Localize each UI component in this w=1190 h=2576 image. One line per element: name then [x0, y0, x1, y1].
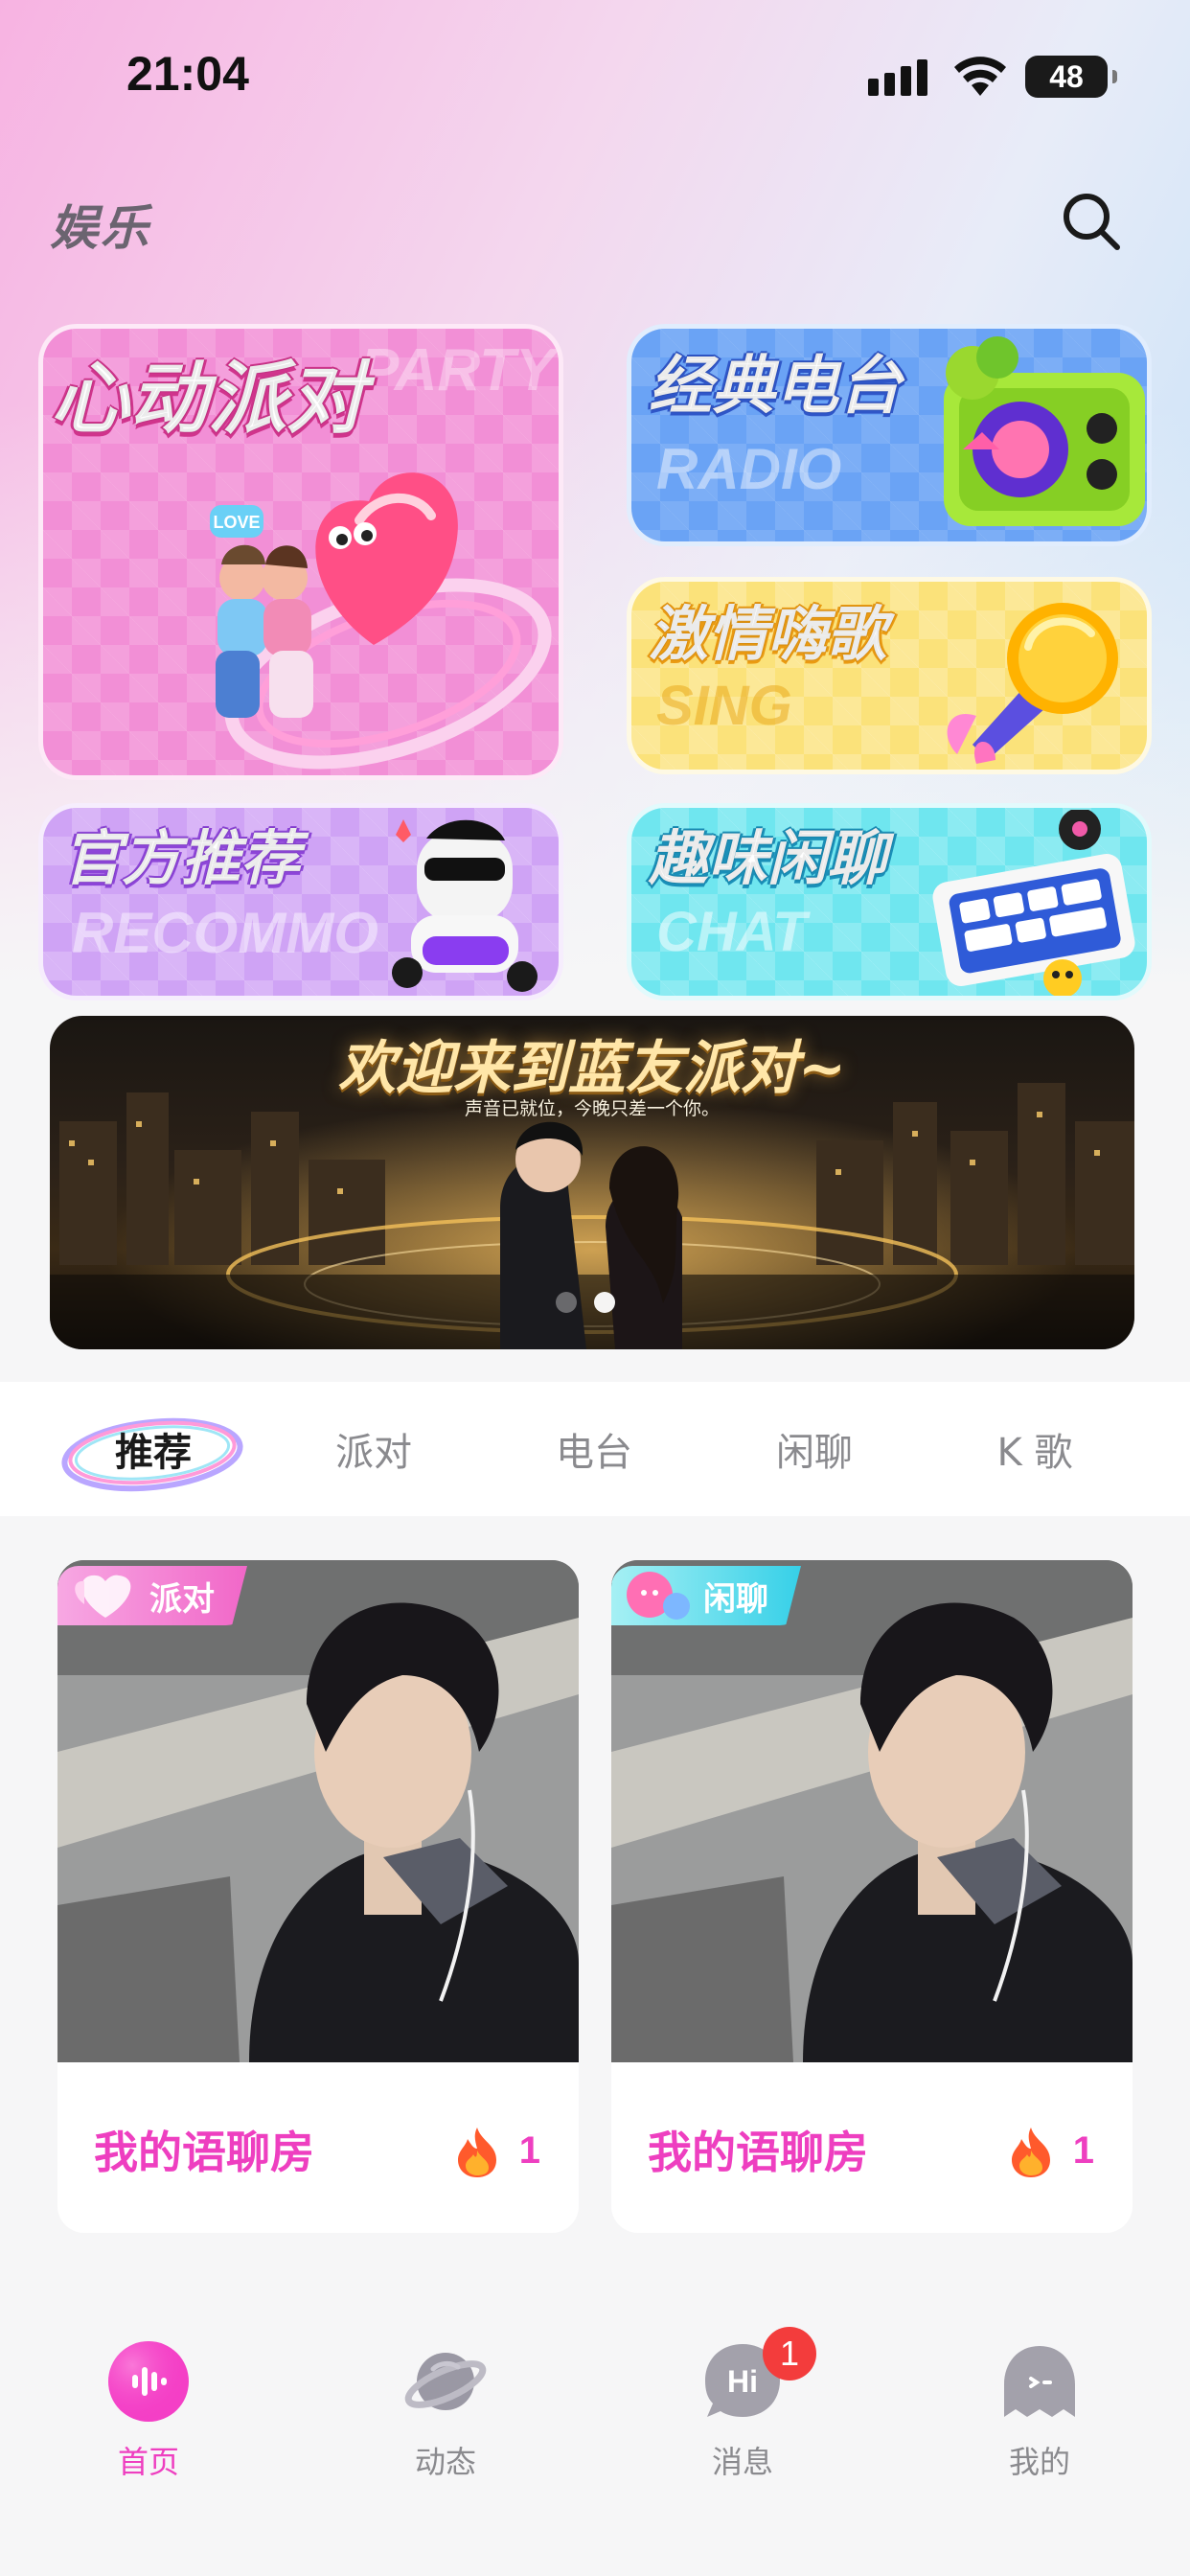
- room-heat-count: 1: [1072, 2128, 1094, 2172]
- nav-home[interactable]: 首页: [67, 2340, 230, 2484]
- tile-title: 趣味闲聊: [648, 822, 887, 894]
- room-category-tag: 派对: [57, 1566, 247, 1625]
- nav-home-label: 首页: [117, 2444, 179, 2480]
- nav-messages[interactable]: Hi 1 消息: [661, 2327, 824, 2484]
- nav-moments-label: 动态: [414, 2444, 476, 2480]
- flame-icon: [1011, 2128, 1050, 2177]
- room-name: 我的语聊房: [648, 2127, 868, 2178]
- home-voice-icon: [108, 2341, 189, 2422]
- tile-title: 激情嗨歌: [648, 598, 887, 670]
- banner-page-indicator: [556, 1292, 615, 1313]
- status-time: 21:04: [126, 47, 249, 101]
- cellular-signal-icon: [868, 59, 927, 96]
- keyboard-illustration: [932, 810, 1135, 996]
- nav-profile[interactable]: 我的: [958, 2340, 1121, 2484]
- wifi-icon: [954, 57, 1006, 96]
- banner-subtitle: 声音已就位，今晚只差一个你。: [464, 1098, 720, 1119]
- room-heat: 1: [452, 2124, 540, 2177]
- flame-icon: [457, 2128, 496, 2177]
- bottom-navigation-bar: 首页 动态 Hi 1 消息 我的: [0, 2300, 1190, 2576]
- room-card[interactable]: 闲聊 我的语聊房 1: [611, 1560, 1133, 2233]
- banner-dot-active: [594, 1292, 615, 1313]
- room-heat: 1: [1006, 2124, 1094, 2177]
- category-tile-sing[interactable]: SING 激情嗨歌: [627, 577, 1152, 774]
- svg-text:LOVE: LOVE: [213, 513, 260, 532]
- room-cover-photo: [57, 1560, 579, 2062]
- nav-messages-label: 消息: [711, 2444, 773, 2480]
- room-tag-label: 闲聊: [703, 1579, 768, 1619]
- room-category-tabs: 推荐 派对 电台 闲聊 K 歌: [0, 1382, 1190, 1516]
- room-tag-label: 派对: [149, 1579, 215, 1619]
- room-card[interactable]: 派对 我的语聊房 1: [57, 1560, 579, 2233]
- tile-english-label: PARTY: [359, 337, 556, 403]
- profile-ghost-icon: [1004, 2346, 1075, 2417]
- room-cover-image: [57, 1560, 579, 2062]
- nav-moments[interactable]: 动态: [364, 2340, 527, 2484]
- chat-tag-icon: [627, 1572, 690, 1620]
- tab-party[interactable]: 派对: [278, 1382, 469, 1516]
- search-icon[interactable]: [1060, 190, 1123, 253]
- microphone-icon: [947, 603, 1118, 764]
- tile-english-label: RADIO: [656, 437, 842, 501]
- battery-indicator: 48: [1025, 56, 1117, 98]
- tile-english-label: RECOMMO: [72, 901, 378, 965]
- tile-title: 官方推荐: [61, 822, 301, 894]
- room-heat-count: 1: [518, 2128, 540, 2172]
- banner-title: 欢迎来到蓝友派对~: [337, 1035, 847, 1102]
- category-tile-party[interactable]: PARTY 心动派对 LOVE: [38, 324, 563, 780]
- mascot-illustration: [392, 819, 538, 992]
- svg-text:Hi: Hi: [727, 2364, 758, 2399]
- room-cover-image: [611, 1560, 1133, 2062]
- room-category-tag: 闲聊: [611, 1566, 801, 1625]
- category-tile-recommend[interactable]: RECOMMO 官方推荐: [38, 803, 563, 1000]
- promo-banner[interactable]: 欢迎来到蓝友派对~ 声音已就位，今晚只差一个你。: [50, 1016, 1134, 1349]
- tile-title: 经典电台: [648, 348, 903, 424]
- tile-english-label: SING: [656, 675, 792, 737]
- category-tile-radio[interactable]: RADIO 经典电台: [627, 324, 1152, 546]
- nav-profile-label: 我的: [1008, 2444, 1070, 2480]
- room-cover-photo: [611, 1560, 1133, 2062]
- tab-karaoke[interactable]: K 歌: [939, 1382, 1131, 1516]
- tab-chat[interactable]: 闲聊: [719, 1382, 910, 1516]
- heart-couple-illustration: LOVE: [210, 472, 552, 770]
- banner-dot: [556, 1292, 577, 1313]
- page-title: 娱乐: [50, 200, 151, 256]
- planet-icon: [404, 2353, 487, 2410]
- category-tile-chat[interactable]: CHAT 趣味闲聊: [627, 803, 1152, 1000]
- tab-recommend[interactable]: 推荐: [57, 1382, 249, 1516]
- tab-radio[interactable]: 电台: [498, 1382, 690, 1516]
- status-bar: 21:04 48: [0, 0, 1190, 153]
- room-name: 我的语聊房: [94, 2127, 314, 2178]
- radio-illustration: [944, 336, 1145, 526]
- tile-english-label: CHAT: [656, 901, 807, 963]
- unread-message-badge: 1: [763, 2327, 816, 2380]
- party-tag-icon: [75, 1575, 131, 1618]
